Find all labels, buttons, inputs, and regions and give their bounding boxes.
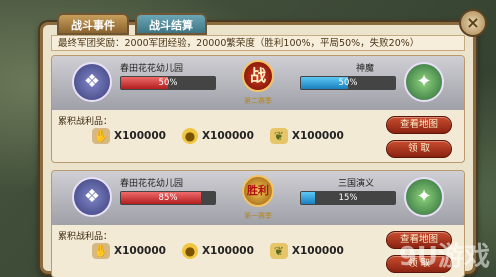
reward-item: ✋ X100000 xyxy=(92,243,166,259)
season-label: 第二赛季 xyxy=(244,97,272,105)
reward-item: ❦ X100000 xyxy=(269,243,344,259)
reward-amount: X100000 xyxy=(114,245,166,257)
battle-badge-icon: 战 xyxy=(242,60,274,92)
left-score-percent: 85% xyxy=(158,193,178,203)
tab-battle-events[interactable]: 战斗事件 xyxy=(57,13,129,35)
left-team-name: 春田花花幼儿园 xyxy=(120,179,184,189)
battle-header: ❖ 春田花花幼儿园 85% 胜利 第一赛季 三国演义 15% ✦ xyxy=(52,171,464,225)
battle-card: ❖ 春田花花幼儿园 50% 战 第二赛季 神魔 50% ✦ 累积战利品： ✋ X… xyxy=(51,55,465,163)
victory-badge-icon: 胜利 xyxy=(242,175,274,207)
right-score-percent: 50% xyxy=(338,78,358,88)
left-score-percent: 50% xyxy=(158,78,178,88)
reward-item: ✋ X100000 xyxy=(92,128,166,144)
reward-amount: X100000 xyxy=(114,130,166,142)
left-team-name: 春田花花幼儿园 xyxy=(120,64,184,74)
season-label: 第一赛季 xyxy=(244,212,272,220)
right-score-bar: 50% xyxy=(300,76,396,90)
reward-item: ❦ X100000 xyxy=(269,128,344,144)
view-map-button[interactable]: 查看地图 xyxy=(386,116,452,134)
legion-emblem-icon: ❖ xyxy=(72,177,112,217)
right-score-bar: 15% xyxy=(300,191,396,205)
right-team-name: 神魔 xyxy=(355,64,374,74)
reward-list: ✋ X100000 ● X100000 ❦ X100000 xyxy=(92,243,344,259)
coin-icon: ● xyxy=(181,243,198,259)
coin-icon: ● xyxy=(181,128,198,144)
left-score-bar: 85% xyxy=(120,191,216,205)
watermark-logo: 9U游戏 xyxy=(398,242,490,272)
tab-battle-settlement[interactable]: 战斗结算 xyxy=(135,13,207,35)
glove-icon: ✋ xyxy=(92,128,110,144)
rewards-label: 累积战利品： xyxy=(58,232,113,242)
tab-bar: 战斗事件 战斗结算 xyxy=(57,13,207,35)
reward-amount: X100000 xyxy=(291,245,344,257)
glove-icon: ✋ xyxy=(92,243,110,259)
reward-summary: 最终军团奖励：2000军团经验，20000繁荣度（胜利100%，平局50%，失败… xyxy=(51,35,465,51)
enemy-emblem-icon: ✦ xyxy=(404,62,444,102)
grain-icon: ❦ xyxy=(269,128,288,144)
reward-amount: X100000 xyxy=(291,130,344,142)
right-score-percent: 15% xyxy=(338,193,358,203)
reward-item: ● X100000 xyxy=(181,243,254,259)
reward-amount: X100000 xyxy=(201,245,254,257)
grain-icon: ❦ xyxy=(269,243,288,259)
left-score-bar: 50% xyxy=(120,76,216,90)
enemy-emblem-icon: ✦ xyxy=(404,177,444,217)
reward-amount: X100000 xyxy=(201,130,254,142)
reward-item: ● X100000 xyxy=(181,128,254,144)
rewards-label: 累积战利品： xyxy=(58,117,113,127)
reward-list: ✋ X100000 ● X100000 ❦ X100000 xyxy=(92,128,344,144)
claim-button[interactable]: 领 取 xyxy=(386,140,452,158)
close-button[interactable]: × xyxy=(459,9,487,37)
battle-header: ❖ 春田花花幼儿园 50% 战 第二赛季 神魔 50% ✦ xyxy=(52,56,464,110)
legion-emblem-icon: ❖ xyxy=(72,62,112,102)
right-team-name: 三国演义 xyxy=(337,179,374,189)
